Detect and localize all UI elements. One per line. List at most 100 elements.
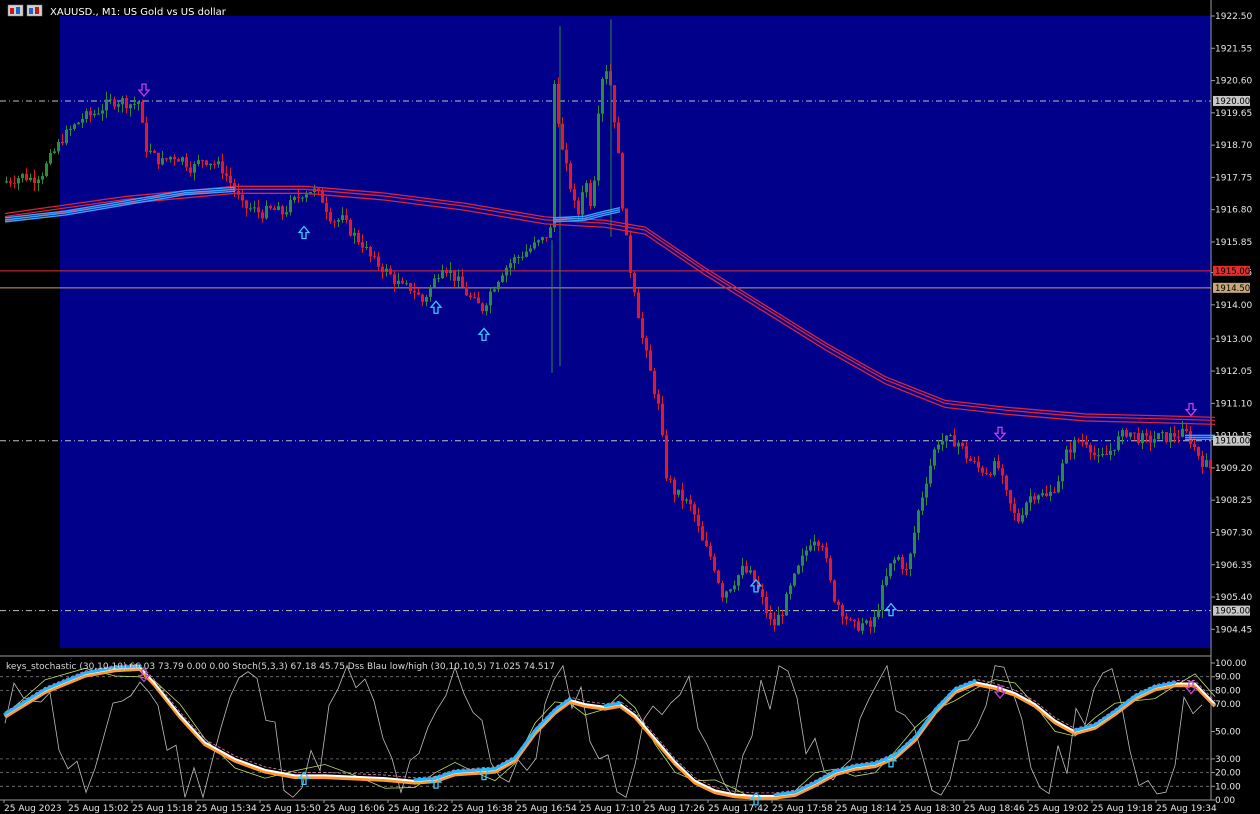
candle-body — [961, 442, 964, 447]
candle-body — [661, 403, 664, 436]
candle-body — [325, 202, 328, 213]
candle-body — [1137, 432, 1140, 444]
candle-body — [953, 435, 956, 447]
candle-body — [5, 181, 8, 183]
candle-body — [873, 617, 876, 627]
candle-body — [85, 111, 88, 119]
candle-body — [725, 591, 728, 598]
candle-body — [189, 167, 192, 173]
candle-body — [1081, 441, 1084, 443]
candle-body — [505, 267, 508, 276]
indicator-tick-label: 70.00 — [1215, 700, 1241, 710]
candle-body — [737, 575, 740, 586]
candle-body — [105, 99, 108, 111]
candle-body — [985, 472, 988, 474]
candle-body — [197, 160, 200, 165]
candle-body — [549, 227, 552, 238]
candle-body — [585, 183, 588, 193]
candle-body — [421, 294, 424, 302]
price-tick-label: 1913.00 — [1215, 335, 1252, 345]
candle-body — [169, 156, 172, 160]
candle-body — [217, 161, 220, 165]
candle-body — [713, 556, 716, 571]
candle-body — [65, 129, 68, 144]
price-level-badge-label: 1905.00 — [1215, 607, 1250, 617]
candle-body — [1157, 433, 1160, 440]
candle-body — [29, 177, 32, 181]
candle-body — [529, 248, 532, 252]
candle-body — [17, 178, 20, 184]
price-tick-label: 1914.00 — [1215, 301, 1252, 311]
candle-body — [437, 278, 440, 280]
main-chart-area[interactable] — [60, 16, 1211, 648]
price-level-badge-label: 1910.00 — [1215, 437, 1250, 447]
candle-body — [61, 141, 64, 144]
candle-body — [973, 460, 976, 462]
candle-body — [589, 183, 592, 207]
candle-body — [933, 449, 936, 466]
candle-body — [117, 104, 120, 107]
time-tick-label: 25 Aug 17:42 — [708, 804, 769, 814]
candle-body — [225, 173, 228, 176]
candle-body — [1009, 490, 1012, 504]
candle-body — [705, 540, 708, 547]
candle-body — [49, 152, 52, 164]
indicator-tick-label: 10.00 — [1215, 782, 1241, 792]
candle-body — [1085, 441, 1088, 446]
candle-body — [1145, 433, 1148, 436]
candle-body — [997, 461, 1000, 469]
price-tick-label: 1921.55 — [1215, 44, 1252, 54]
candle-body — [1093, 452, 1096, 456]
indicator-label: keys_stochastic (30,10,10) 66.03 73.79 0… — [6, 662, 555, 672]
candle-body — [253, 207, 256, 209]
candle-body — [133, 103, 136, 105]
candle-body — [1113, 449, 1116, 451]
candle-body — [41, 175, 44, 180]
candle-body — [341, 215, 344, 220]
candle-body — [701, 526, 704, 541]
candle-body — [273, 208, 276, 211]
candle-body — [937, 444, 940, 450]
price-tick-label: 1922.50 — [1215, 12, 1252, 22]
candle-body — [401, 280, 404, 284]
candle-body — [53, 151, 56, 153]
chart-window[interactable]: XAUUSD., M1: US Gold vs US dollar keys_s… — [0, 0, 1260, 814]
time-tick-label: 25 Aug 16:54 — [516, 804, 577, 814]
price-tick-label: 1919.65 — [1215, 109, 1252, 119]
candle-body — [497, 281, 500, 290]
candle-body — [673, 479, 676, 495]
price-tick-label: 1907.30 — [1215, 528, 1252, 538]
candle-body — [657, 394, 660, 404]
candle-body — [1101, 454, 1104, 456]
candle-body — [1001, 468, 1004, 476]
price-level-badge-label: 1914.50 — [1215, 284, 1250, 294]
candle-body — [813, 541, 816, 546]
stoch-main-cyan — [413, 776, 437, 782]
price-tick-label: 1915.85 — [1215, 238, 1252, 248]
candle-body — [509, 263, 512, 268]
candle-body — [1181, 428, 1184, 437]
candle-body — [1149, 435, 1152, 443]
price-tick-label: 1911.10 — [1215, 399, 1252, 409]
candle-body — [369, 247, 372, 257]
candle-body — [429, 287, 432, 297]
candle-body — [533, 242, 536, 249]
price-tick-label: 1906.35 — [1215, 561, 1252, 571]
candle-body — [265, 205, 268, 219]
candle-body — [445, 269, 448, 274]
candle-body — [161, 158, 164, 165]
time-tick-label: 25 Aug 17:58 — [772, 804, 833, 814]
indicator-tick-label: 100.00 — [1215, 659, 1247, 669]
candle-body — [193, 164, 196, 173]
candle-body — [613, 85, 616, 123]
candle-body — [493, 289, 496, 292]
candle-body — [21, 173, 24, 179]
candle-body — [457, 276, 460, 281]
time-tick-label: 25 Aug 15:18 — [132, 804, 193, 814]
candle-body — [565, 149, 568, 164]
candle-body — [157, 152, 160, 165]
candle-body — [669, 478, 672, 480]
candle-body — [597, 113, 600, 181]
candle-body — [45, 163, 48, 176]
price-tick-label: 1917.75 — [1215, 173, 1252, 183]
